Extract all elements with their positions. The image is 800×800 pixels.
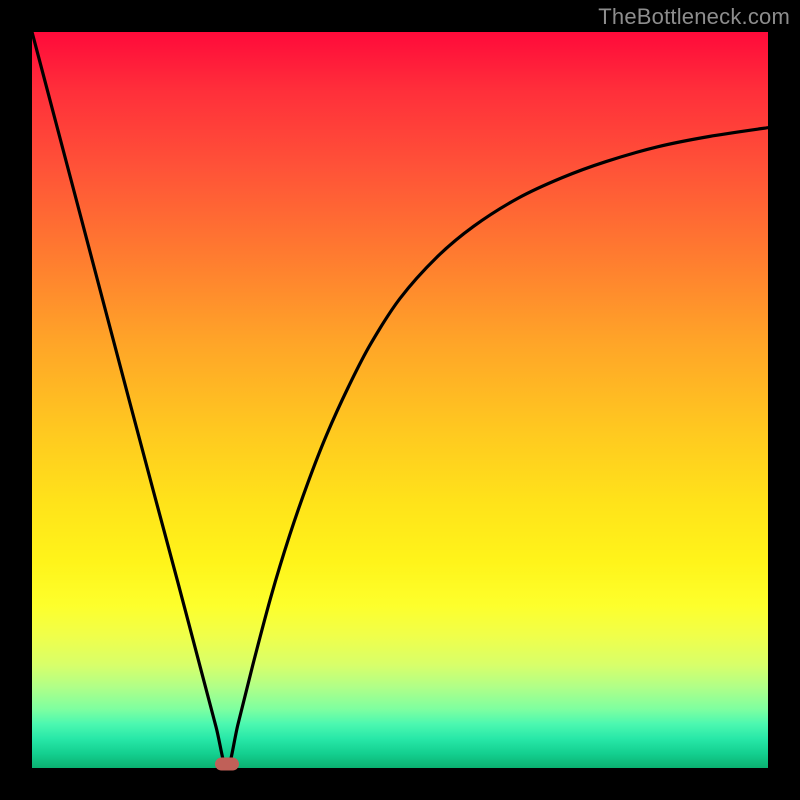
curve-path — [32, 32, 768, 768]
chart-frame: TheBottleneck.com — [0, 0, 800, 800]
plot-area — [32, 32, 768, 768]
bottleneck-curve — [32, 32, 768, 768]
watermark-text: TheBottleneck.com — [598, 4, 790, 30]
minimum-marker — [215, 758, 239, 771]
